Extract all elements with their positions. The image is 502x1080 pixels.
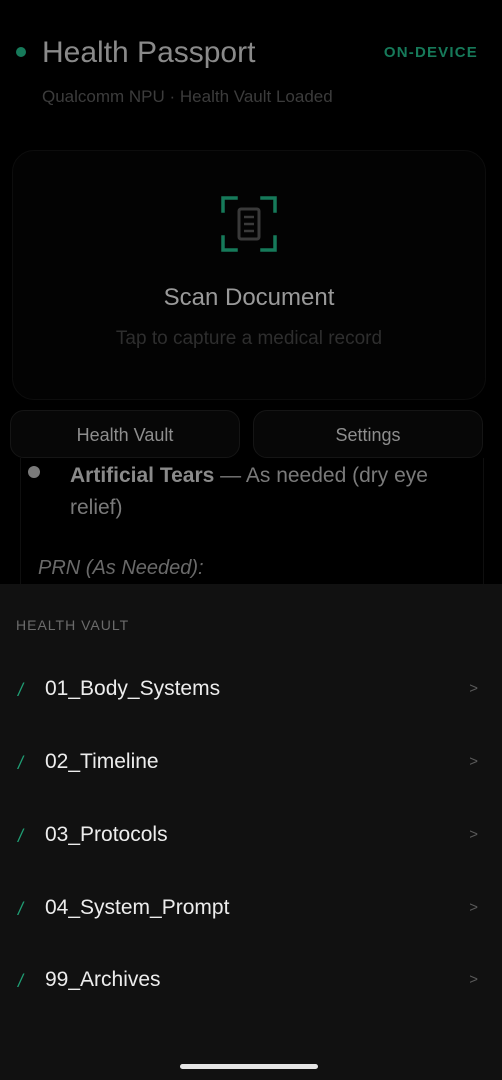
folder-label: 03_Protocols bbox=[45, 823, 168, 846]
chevron-right-icon: > bbox=[469, 826, 478, 843]
folder-slash-icon: / bbox=[18, 899, 24, 919]
vault-folder-row[interactable]: / 99_Archives > bbox=[0, 953, 502, 1009]
folder-slash-icon: / bbox=[18, 826, 24, 846]
vault-folder-row[interactable]: / 03_Protocols > bbox=[0, 808, 502, 864]
chevron-right-icon: > bbox=[469, 899, 478, 916]
app-title: Health Passport bbox=[42, 36, 256, 69]
on-device-badge: ON-DEVICE bbox=[383, 44, 478, 61]
health-vault-sheet: HEALTH VAULT / 01_Body_Systems > / 02_Ti… bbox=[0, 584, 502, 1080]
scan-document-card[interactable]: Scan Document Tap to capture a medical r… bbox=[12, 150, 486, 400]
app-subtitle: Qualcomm NPU · Health Vault Loaded bbox=[42, 87, 333, 106]
folder-label: 01_Body_Systems bbox=[45, 677, 221, 700]
folder-slash-icon: / bbox=[18, 680, 24, 700]
folder-slash-icon: / bbox=[18, 971, 24, 991]
scan-hint: Tap to capture a medical record bbox=[115, 328, 383, 349]
settings-button[interactable]: Settings bbox=[253, 410, 483, 458]
vault-folder-row[interactable]: / 01_Body_Systems > bbox=[0, 662, 502, 718]
folder-label: 02_Timeline bbox=[45, 750, 159, 773]
chevron-right-icon: > bbox=[469, 753, 478, 770]
folder-label: 99_Archives bbox=[45, 968, 161, 991]
status-dot bbox=[16, 47, 26, 57]
folder-label: 04_System_Prompt bbox=[45, 896, 230, 919]
vault-folder-row[interactable]: / 02_Timeline > bbox=[0, 735, 502, 791]
home-indicator[interactable] bbox=[180, 1064, 318, 1069]
chevron-right-icon: > bbox=[469, 971, 478, 988]
scan-title: Scan Document bbox=[163, 284, 335, 311]
chevron-right-icon: > bbox=[469, 680, 478, 697]
sheet-label: HEALTH VAULT bbox=[16, 617, 130, 633]
vault-folder-row[interactable]: / 04_System_Prompt > bbox=[0, 881, 502, 937]
medication-item: Artificial Tears — As needed (dry eye re… bbox=[70, 460, 470, 524]
folder-slash-icon: / bbox=[18, 753, 24, 773]
list-bullet bbox=[28, 466, 40, 478]
document-scan-icon bbox=[221, 196, 277, 252]
medication-name: Artificial Tears bbox=[70, 464, 215, 487]
health-vault-button[interactable]: Health Vault bbox=[10, 410, 240, 458]
prn-heading: PRN (As Needed): bbox=[38, 557, 204, 579]
